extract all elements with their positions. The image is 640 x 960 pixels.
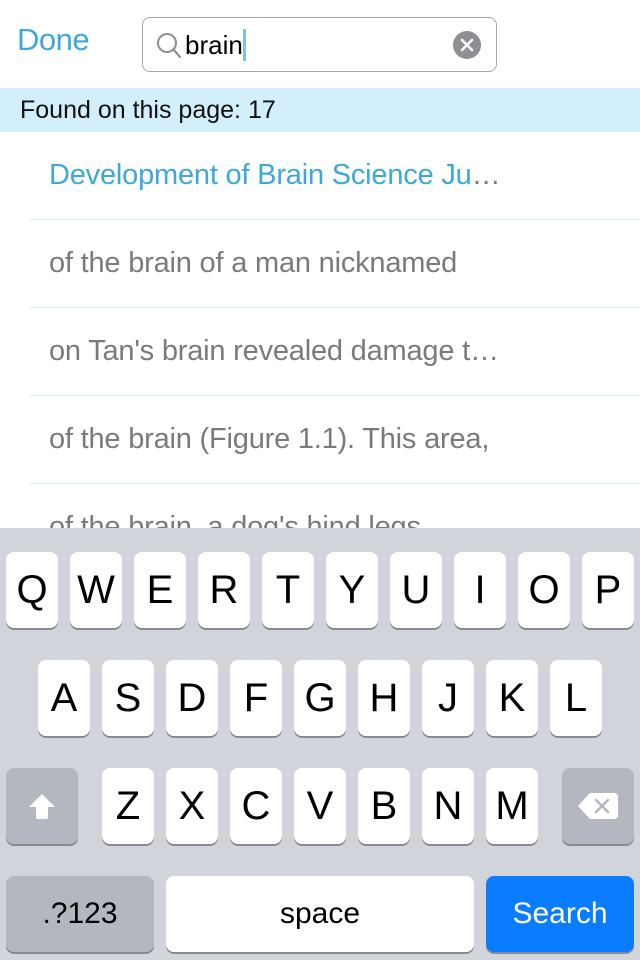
result-text: of the brain of a man nicknamed <box>49 247 458 279</box>
result-snippet-text: of the brain of a man nicknamed <box>49 247 457 280</box>
result-item[interactable]: of the brain, a dog's hind legs <box>0 484 640 528</box>
result-text: on Tan's brain revealed damage t <box>49 335 470 367</box>
result-text: of the brain, a dog's hind legs <box>49 511 421 528</box>
key-y[interactable]: Y <box>326 552 378 628</box>
result-item[interactable]: of the brain of a man nicknamed <box>0 220 640 308</box>
keyboard: .?123 space Search QWERTYUIOP ASDFGHJKL ZX… <box>0 528 640 960</box>
search-results-list: Development of Brain Science Ju… of the b… <box>0 132 640 528</box>
header: Done brain <box>0 0 640 88</box>
result-snippet-text: of the brain, a dog's hind legs <box>49 511 421 528</box>
key-m[interactable]: M <box>486 768 538 844</box>
search-key[interactable]: Search <box>486 876 634 952</box>
key-r[interactable]: R <box>198 552 250 628</box>
truncation-ellipsis: … <box>470 335 499 367</box>
shift-icon <box>29 794 55 819</box>
key-x[interactable]: X <box>166 768 218 844</box>
result-item[interactable]: on Tan's brain revealed damage t… <box>0 308 640 396</box>
search-input-value: brain <box>185 30 243 60</box>
numbers-key[interactable]: .?123 <box>6 876 154 952</box>
key-i[interactable]: I <box>454 552 506 628</box>
text-caret <box>242 29 246 61</box>
results-count-text: Found on this page: 17 <box>20 96 276 124</box>
key-n[interactable]: N <box>422 768 474 844</box>
key-l[interactable]: L <box>550 660 602 736</box>
result-item[interactable]: of the brain (Figure 1.1). This area, <box>0 396 640 484</box>
search-icon <box>157 33 182 59</box>
results-count-banner: Found on this page: 17 <box>0 88 640 132</box>
key-e[interactable]: E <box>134 552 186 628</box>
key-f[interactable]: F <box>230 660 282 736</box>
delete-icon <box>578 793 618 819</box>
truncation-ellipsis: … <box>471 159 501 191</box>
key-q[interactable]: Q <box>6 552 58 628</box>
key-s[interactable]: S <box>102 660 154 736</box>
done-button[interactable]: Done <box>17 22 90 58</box>
key-c[interactable]: C <box>230 768 282 844</box>
key-z[interactable]: Z <box>102 768 154 844</box>
key-p[interactable]: P <box>582 552 634 628</box>
shift-key[interactable] <box>6 768 78 844</box>
result-item[interactable]: Development of Brain Science Ju… <box>0 132 640 220</box>
clear-icon <box>460 38 474 52</box>
key-j[interactable]: J <box>422 660 474 736</box>
result-text: of the brain (Figure 1.1). This area, <box>49 423 490 455</box>
key-k[interactable]: K <box>486 660 538 736</box>
key-t[interactable]: T <box>262 552 314 628</box>
key-a[interactable]: A <box>38 660 90 736</box>
key-b[interactable]: B <box>358 768 410 844</box>
result-title-text: Development of Brain Science Ju… <box>49 159 501 192</box>
clear-search-button[interactable] <box>453 31 481 59</box>
key-o[interactable]: O <box>518 552 570 628</box>
key-u[interactable]: U <box>390 552 442 628</box>
space-key[interactable]: space <box>166 876 474 952</box>
key-v[interactable]: V <box>294 768 346 844</box>
key-g[interactable]: G <box>294 660 346 736</box>
result-snippet-text: of the brain (Figure 1.1). This area, <box>49 423 489 456</box>
search-field[interactable]: brain <box>142 17 497 72</box>
result-snippet-text: on Tan's brain revealed damage t… <box>49 335 499 368</box>
search-input[interactable]: brain <box>185 29 246 61</box>
delete-key[interactable] <box>562 768 634 844</box>
key-h[interactable]: H <box>358 660 410 736</box>
key-w[interactable]: W <box>70 552 122 628</box>
result-text: Development of Brain Science Ju <box>49 159 472 191</box>
key-d[interactable]: D <box>166 660 218 736</box>
